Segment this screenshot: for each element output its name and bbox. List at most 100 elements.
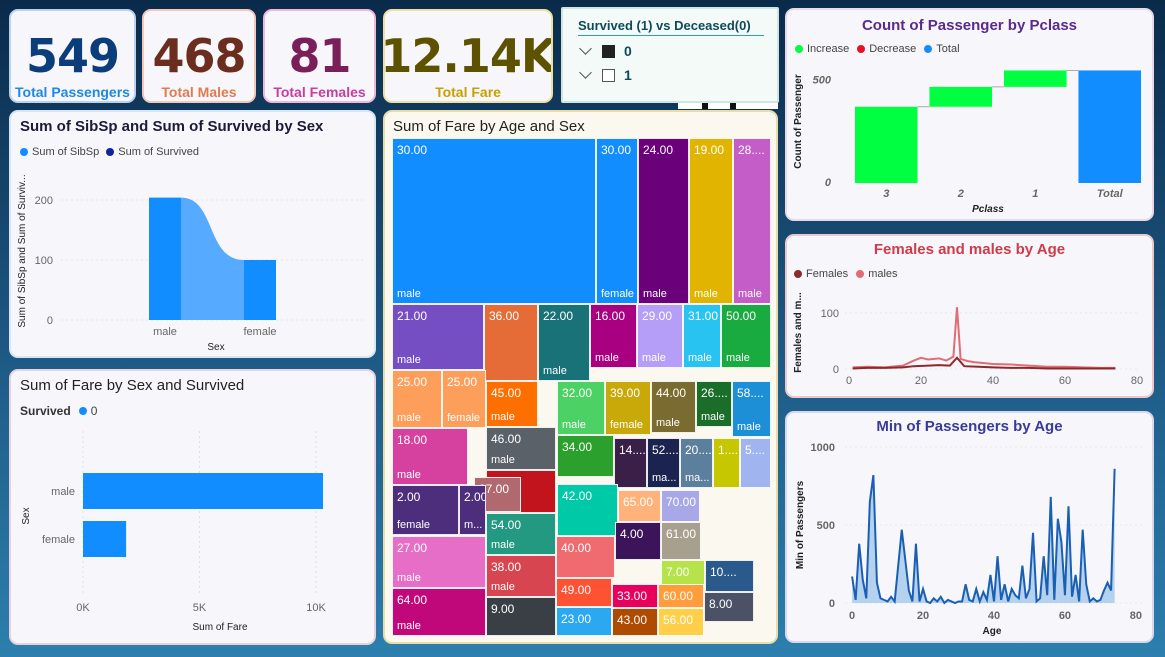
treemap-cell-age: 21.00 — [397, 309, 428, 323]
treemap-cell[interactable]: 22.00 male — [538, 304, 590, 381]
treemap-cell[interactable]: 23.00 — [556, 607, 612, 636]
treemap-cell[interactable]: 8.00 — [704, 592, 754, 622]
treemap-cell[interactable]: 64.00 male — [392, 588, 486, 636]
treemap-cell-age: 20.... — [685, 443, 712, 457]
treemap-cell[interactable]: 50.00 male — [721, 304, 771, 368]
treemap-cell[interactable]: 9.00 — [486, 597, 556, 636]
treemap-cell[interactable]: 2.00 female — [392, 485, 459, 535]
x-tick-label: 3 — [883, 188, 889, 200]
chevron-down-icon[interactable] — [579, 42, 592, 55]
treemap-cell[interactable]: 60.00 — [658, 584, 704, 608]
females-males-chart: Females and males by Age Females males 0… — [785, 234, 1154, 398]
treemap-cell[interactable]: 54.00 male — [486, 513, 556, 555]
slicer-item-1[interactable]: 1 — [579, 65, 632, 85]
checkbox-checked[interactable] — [602, 44, 615, 58]
treemap-cell[interactable]: 19.00 male — [689, 138, 733, 304]
treemap-cell[interactable]: 43.00 — [612, 608, 658, 636]
treemap-cell-age: 27.00 — [397, 541, 428, 555]
treemap-cell[interactable]: 27.00 male — [392, 536, 486, 588]
treemap-cell-sex: male — [642, 352, 666, 364]
treemap-cell[interactable]: 25.00 female — [442, 370, 486, 428]
x-tick-label: 40 — [988, 610, 1000, 622]
treemap-cell[interactable]: 18.00 male — [392, 428, 468, 485]
treemap-cell[interactable]: 25.00 male — [392, 370, 442, 428]
slicer-resize-handle[interactable] — [563, 95, 569, 101]
y-tick-label: 500 — [817, 520, 835, 532]
treemap-cell-age: 43.00 — [617, 613, 648, 627]
y-tick-label: 500 — [813, 75, 832, 87]
fare-treemap: Sum of Fare by Age and Sex 30.00 male 30.0… — [383, 110, 778, 644]
treemap-cell[interactable]: 24.00 male — [638, 138, 689, 304]
treemap-cell-sex: male — [491, 581, 515, 593]
treemap-cell-age: 4.00 — [620, 527, 644, 541]
treemap-cell[interactable]: 30.00 male — [392, 138, 596, 304]
treemap-cell[interactable]: 20.... ma... — [680, 438, 713, 488]
treemap-cell-age: 58.... — [737, 386, 764, 400]
treemap-cell-sex: male — [656, 417, 680, 429]
slicer-resize-handle[interactable] — [771, 9, 777, 15]
treemap-cell[interactable]: 65.00 — [618, 490, 661, 522]
treemap-cell[interactable]: 38.00 male — [486, 555, 556, 597]
treemap-cell[interactable]: 26.... male — [696, 381, 732, 427]
treemap-cell-sex: male — [726, 352, 750, 364]
x-tick-label: 60 — [1059, 610, 1071, 622]
treemap-cell[interactable]: 45.00 male — [486, 381, 538, 427]
checkbox-unchecked[interactable] — [602, 68, 615, 82]
slicer-resize-handle[interactable] — [563, 9, 569, 15]
treemap-cell-age: 49.00 — [561, 583, 592, 597]
ribbon-transition — [181, 197, 244, 320]
treemap-cell[interactable]: 36.00 — [484, 304, 538, 381]
y-tick-label: 100 — [821, 308, 839, 320]
x-tick-label: female — [243, 326, 276, 338]
treemap-cell[interactable]: 33.00 — [612, 584, 658, 608]
x-axis-label: Sum of Fare — [192, 622, 247, 633]
treemap-cell-age: 61.00 — [666, 527, 697, 541]
treemap-cell[interactable]: 29.00 male — [637, 304, 683, 368]
treemap-cell[interactable]: 28.... male — [733, 138, 771, 304]
treemap-cell[interactable]: 46.00 male — [486, 427, 556, 470]
treemap-cell-age: 50.00 — [726, 309, 757, 323]
x-tick-label: 80 — [1130, 610, 1142, 622]
bar-female-sibsp — [244, 260, 276, 320]
treemap-cell[interactable]: 70.00 — [661, 490, 700, 522]
treemap-cell[interactable]: 61.00 — [661, 522, 701, 560]
treemap-cell-sex: male — [543, 365, 567, 377]
waterfall-bar — [854, 106, 918, 183]
slicer-item-label: 1 — [624, 67, 632, 83]
kpi-value: 81 — [288, 29, 351, 83]
x-tick-label: male — [153, 326, 177, 338]
treemap-cell[interactable]: 31.00 male — [683, 304, 721, 368]
treemap-cell[interactable]: 4.00 — [615, 522, 661, 560]
treemap-cell-age: 56.00 — [663, 613, 694, 627]
treemap-cell[interactable]: 44.00 male — [651, 381, 696, 433]
treemap-cell-sex: male — [491, 454, 515, 466]
slicer-resize-handle[interactable] — [771, 95, 777, 101]
treemap-cell[interactable]: 2.00 m... — [459, 485, 486, 535]
min-passengers-area-plot: 0 500 1000 0 20 40 60 80 Age Min of Passengers — [795, 442, 1143, 637]
treemap-cell[interactable]: 32.00 male — [557, 381, 605, 435]
treemap-cell[interactable]: 10.... — [705, 560, 754, 592]
females-males-line-plot: 0 100 0 20 40 60 80 Females and m... — [793, 292, 1143, 387]
bar-male-sibsp — [149, 197, 181, 320]
x-tick-label: 20 — [915, 375, 927, 387]
slicer-item-0[interactable]: 0 — [579, 41, 632, 61]
treemap-cell[interactable]: 58.... male — [732, 381, 771, 437]
treemap-cell[interactable]: 16.00 male — [590, 304, 637, 368]
treemap-cell[interactable]: 49.00 — [556, 578, 612, 607]
treemap-cell[interactable]: 14.... — [614, 438, 647, 488]
treemap-cell[interactable]: 1.... — [713, 438, 740, 488]
treemap-cell[interactable]: 52.... ma... — [647, 438, 680, 488]
treemap-cell[interactable]: 30.00 female — [596, 138, 638, 304]
treemap-cell-sex: male — [643, 288, 667, 300]
treemap-cell[interactable]: 56.00 — [658, 608, 704, 636]
kpi-label: Total Females — [273, 84, 366, 100]
treemap-cell-sex: male — [701, 411, 725, 423]
treemap-cell[interactable]: 39.00 female — [605, 381, 651, 435]
treemap-cell[interactable]: 40.00 — [556, 536, 615, 578]
treemap-cell[interactable]: 42.00 — [557, 484, 618, 536]
treemap-cell[interactable]: 5.... — [740, 438, 771, 488]
chevron-down-icon[interactable] — [579, 66, 592, 79]
treemap-cell[interactable]: 34.00 — [557, 435, 614, 477]
treemap-cell-age: 23.00 — [561, 612, 592, 626]
treemap-cell[interactable]: 21.00 male — [392, 304, 484, 370]
